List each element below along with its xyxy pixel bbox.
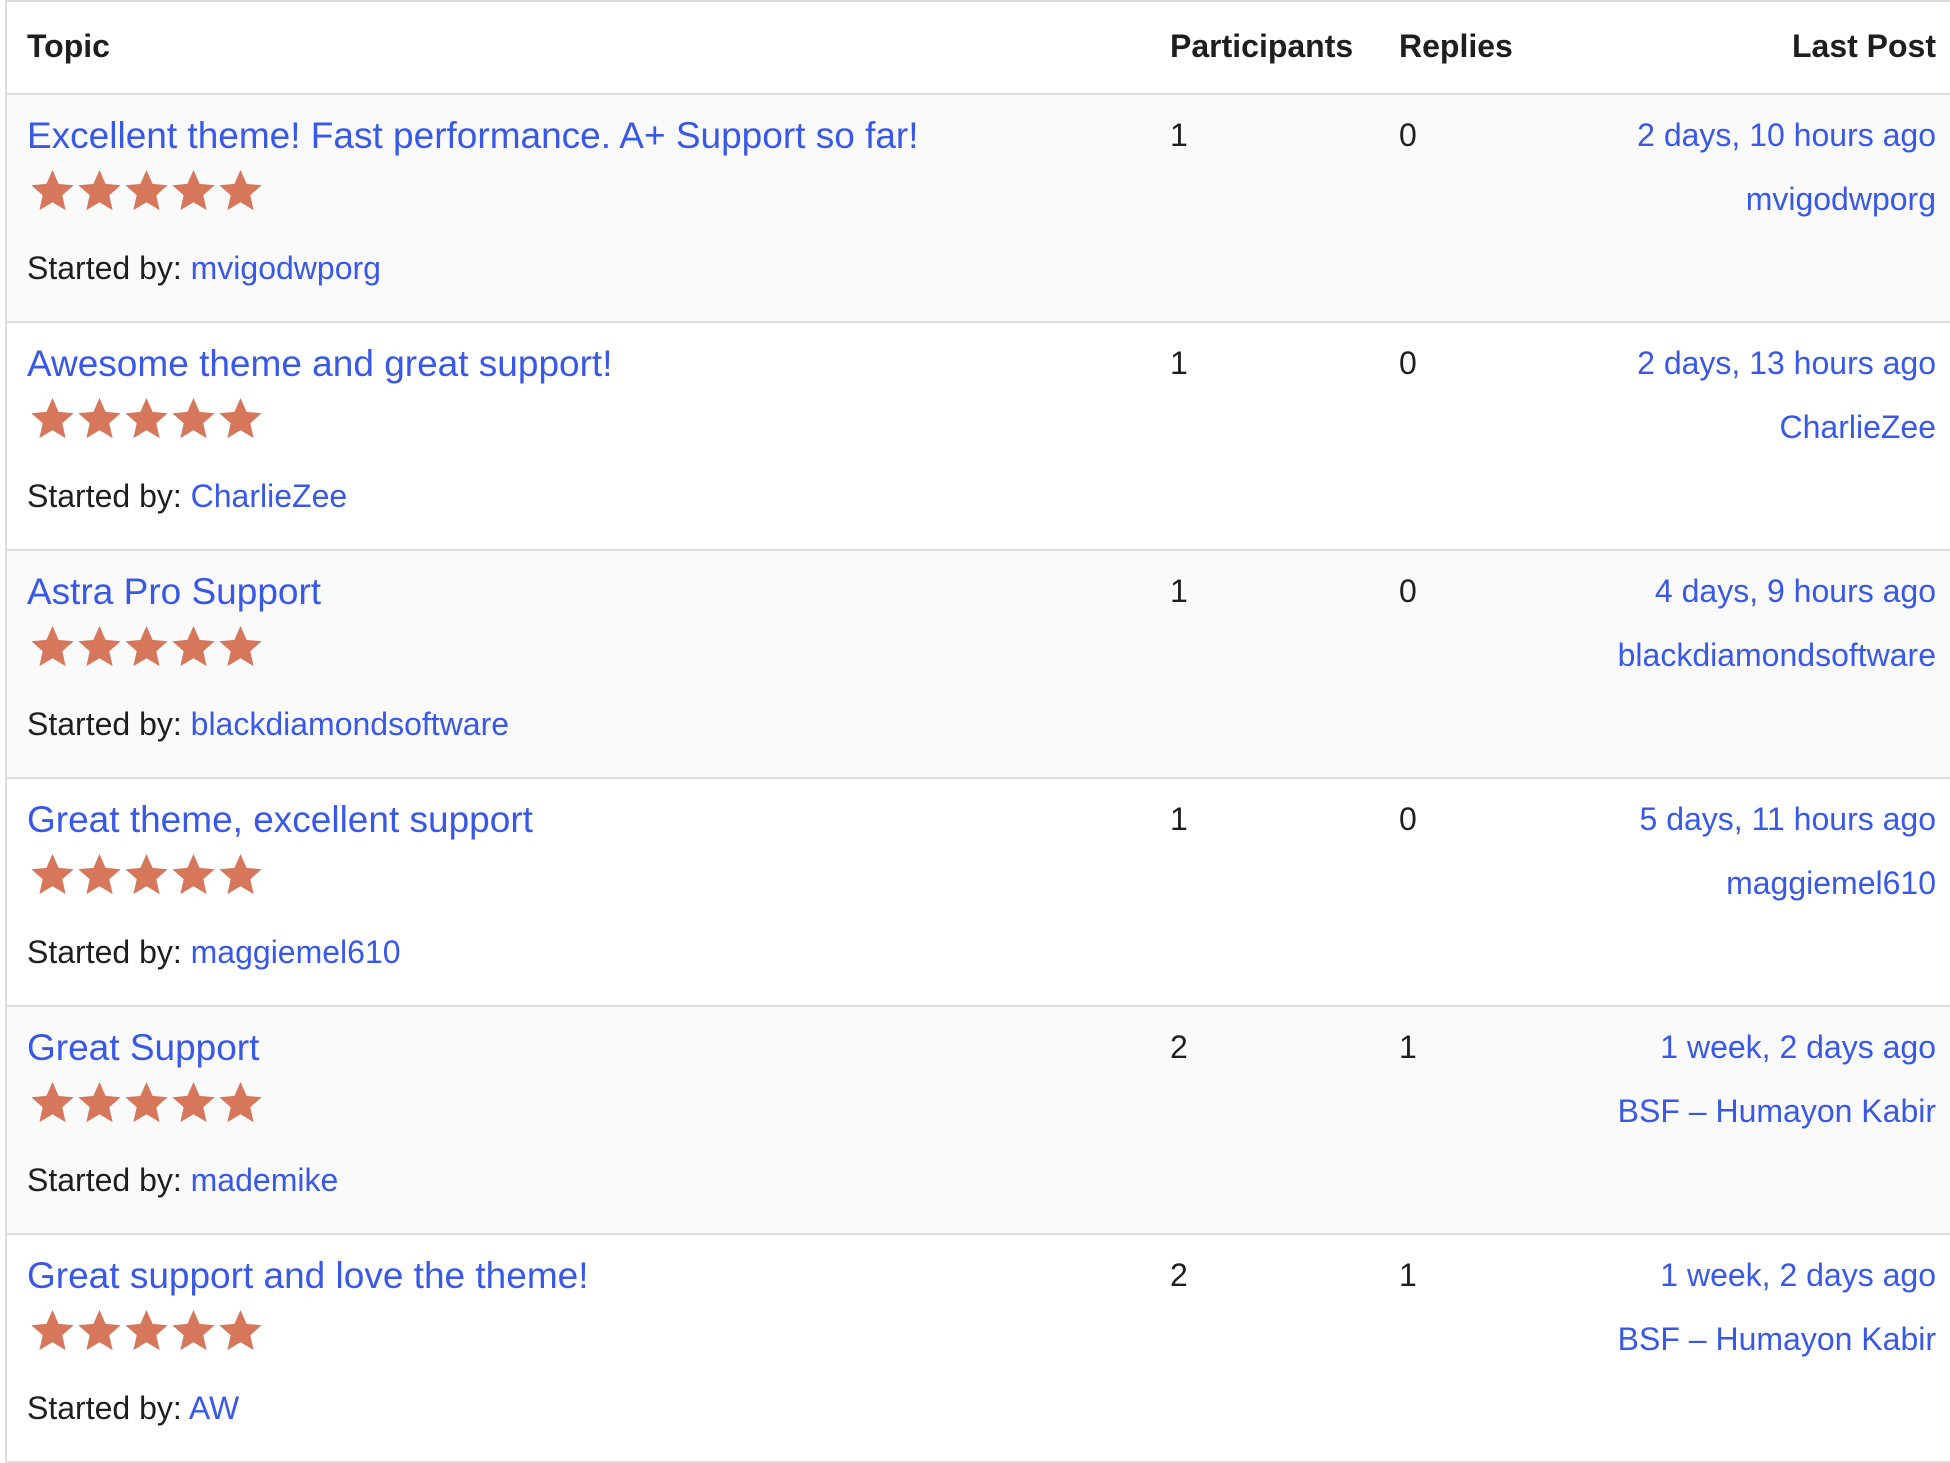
topic-title-link[interactable]: Great theme, excellent support: [27, 799, 533, 841]
table-row: Great theme, excellent support Started b…: [7, 779, 1950, 1007]
started-by: Started by: mvigodwporg: [27, 250, 381, 287]
topic-title-link[interactable]: Awesome theme and great support!: [27, 343, 613, 385]
replies-count: 1: [1399, 1257, 1417, 1293]
participants-count: 2: [1170, 1029, 1188, 1065]
table-row: Excellent theme! Fast performance. A+ Su…: [7, 95, 1950, 323]
topic-title-link[interactable]: Astra Pro Support: [27, 571, 321, 613]
star-icon: [170, 1079, 217, 1126]
author-link[interactable]: mademike: [191, 1162, 339, 1198]
star-rating: [29, 395, 264, 442]
topic-title-link[interactable]: Excellent theme! Fast performance. A+ Su…: [27, 115, 919, 157]
star-icon: [76, 623, 123, 670]
star-icon: [170, 395, 217, 442]
participants-count: 1: [1170, 345, 1188, 381]
author-link[interactable]: blackdiamondsoftware: [191, 706, 509, 742]
last-post-time-link[interactable]: 2 days, 10 hours ago: [1637, 117, 1936, 154]
author-link[interactable]: maggiemel610: [191, 934, 401, 970]
star-rating: [29, 623, 264, 670]
table-row: Awesome theme and great support! Started…: [7, 323, 1950, 551]
started-by-label: Started by:: [27, 1390, 182, 1426]
started-by-label: Started by:: [27, 934, 182, 970]
header-participants: Participants: [1170, 28, 1354, 64]
star-icon: [123, 851, 170, 898]
started-by-label: Started by:: [27, 478, 182, 514]
topic-title-link[interactable]: Great Support: [27, 1027, 259, 1069]
topics-table: Topic Participants Replies Last Post Exc…: [5, 0, 1950, 1463]
header-replies: Replies: [1399, 28, 1513, 64]
started-by-label: Started by:: [27, 1162, 182, 1198]
replies-count: 0: [1399, 345, 1417, 381]
star-rating: [29, 851, 264, 898]
star-icon: [76, 1079, 123, 1126]
star-icon: [76, 1307, 123, 1354]
participants-count: 1: [1170, 801, 1188, 837]
last-post-time-link[interactable]: 4 days, 9 hours ago: [1655, 573, 1936, 610]
started-by-label: Started by:: [27, 706, 182, 742]
last-post-user-link[interactable]: BSF – Humayon Kabir: [1618, 1093, 1936, 1130]
replies-count: 0: [1399, 117, 1417, 153]
last-post-time-link[interactable]: 2 days, 13 hours ago: [1637, 345, 1936, 382]
star-icon: [29, 1307, 76, 1354]
participants-count: 1: [1170, 573, 1188, 609]
participants-count: 2: [1170, 1257, 1188, 1293]
header-last-post: Last Post: [1791, 28, 1936, 64]
star-icon: [123, 1307, 170, 1354]
author-link[interactable]: AW: [189, 1390, 239, 1426]
table-row: Great Support Started by: mademike 2 1 1…: [7, 1007, 1950, 1235]
replies-count: 0: [1399, 573, 1417, 609]
star-icon: [170, 167, 217, 214]
star-icon: [123, 395, 170, 442]
star-icon: [170, 1307, 217, 1354]
table-row: Astra Pro Support Started by: blackdiamo…: [7, 551, 1950, 779]
star-icon: [123, 1079, 170, 1126]
last-post-user-link[interactable]: BSF – Humayon Kabir: [1618, 1321, 1936, 1358]
last-post-user-link[interactable]: maggiemel610: [1726, 865, 1936, 902]
star-icon: [123, 623, 170, 670]
started-by: Started by: blackdiamondsoftware: [27, 706, 509, 743]
star-icon: [217, 851, 264, 898]
star-rating: [29, 1079, 264, 1126]
table-header: Topic Participants Replies Last Post: [7, 2, 1950, 95]
last-post-user-link[interactable]: CharlieZee: [1779, 409, 1936, 446]
star-rating: [29, 1307, 264, 1354]
star-icon: [217, 1079, 264, 1126]
author-link[interactable]: mvigodwporg: [191, 250, 381, 286]
star-icon: [217, 395, 264, 442]
participants-count: 1: [1170, 117, 1188, 153]
started-by-label: Started by:: [27, 250, 182, 286]
started-by: Started by: maggiemel610: [27, 934, 401, 971]
topic-title-link[interactable]: Great support and love the theme!: [27, 1255, 589, 1297]
last-post-time-link[interactable]: 5 days, 11 hours ago: [1640, 801, 1937, 838]
header-topic: Topic: [27, 28, 110, 64]
star-icon: [76, 167, 123, 214]
star-icon: [217, 1307, 264, 1354]
star-rating: [29, 167, 264, 214]
star-icon: [76, 851, 123, 898]
star-icon: [123, 167, 170, 214]
star-icon: [29, 395, 76, 442]
table-row: Great support and love the theme! Starte…: [7, 1235, 1950, 1463]
star-icon: [170, 623, 217, 670]
last-post-time-link[interactable]: 1 week, 2 days ago: [1660, 1257, 1936, 1294]
last-post-time-link[interactable]: 1 week, 2 days ago: [1660, 1029, 1936, 1066]
star-icon: [217, 623, 264, 670]
star-icon: [217, 167, 264, 214]
star-icon: [170, 851, 217, 898]
star-icon: [76, 395, 123, 442]
last-post-user-link[interactable]: blackdiamondsoftware: [1618, 637, 1936, 674]
star-icon: [29, 851, 76, 898]
author-link[interactable]: CharlieZee: [191, 478, 348, 514]
replies-count: 0: [1399, 801, 1417, 837]
replies-count: 1: [1399, 1029, 1417, 1065]
started-by: Started by: mademike: [27, 1162, 338, 1199]
star-icon: [29, 623, 76, 670]
started-by: Started by: CharlieZee: [27, 478, 347, 515]
last-post-user-link[interactable]: mvigodwporg: [1746, 181, 1936, 218]
star-icon: [29, 1079, 76, 1126]
star-icon: [29, 167, 76, 214]
started-by: Started by: AW: [27, 1390, 239, 1427]
